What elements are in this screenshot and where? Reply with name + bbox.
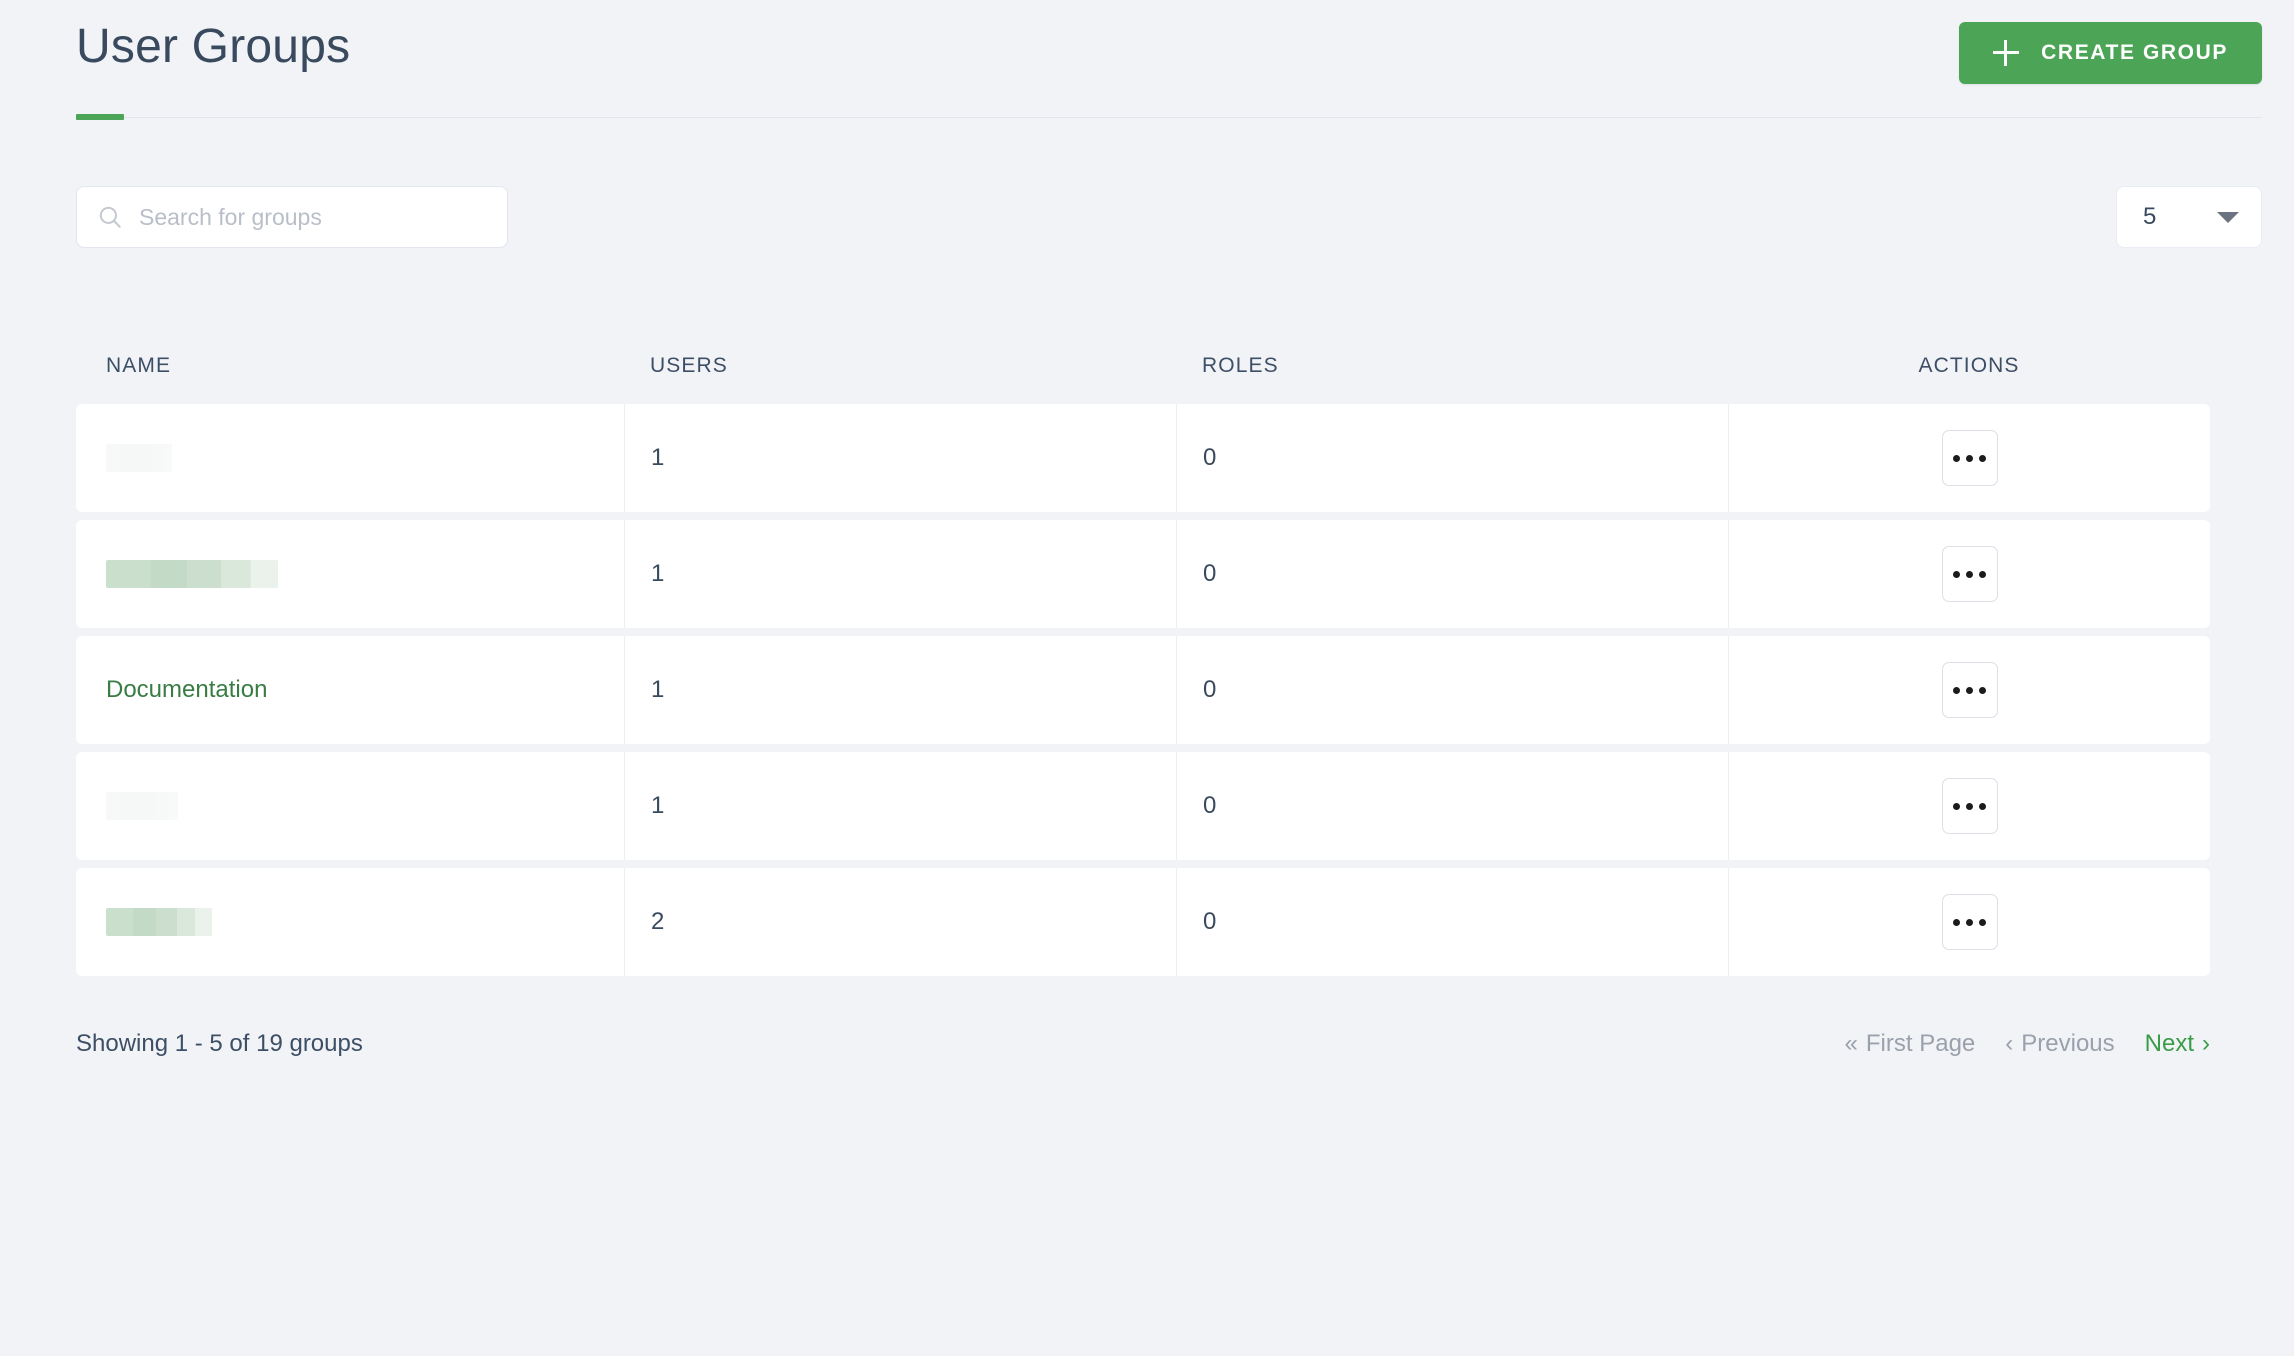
cell-group-name: Documentation (76, 636, 624, 744)
row-actions-button[interactable] (1941, 546, 1998, 602)
cell-group-name (76, 404, 624, 512)
redacted-group-name (106, 560, 278, 588)
plus-icon (1993, 40, 2020, 66)
chevron-right-icon: › (2202, 1030, 2210, 1057)
cell-roles-count: 0 (1176, 868, 1728, 976)
caret-down-icon (2217, 211, 2239, 223)
page-size-value: 5 (2143, 203, 2157, 230)
cell-actions (1728, 868, 2210, 976)
redacted-group-name (106, 908, 212, 936)
ellipsis-icon (1953, 686, 1960, 694)
toolbar: 5 (0, 124, 2294, 254)
groups-table: NAME USERS ROLES ACTIONS 1 0 1 0 Documentati… (76, 338, 2210, 984)
double-chevron-left-icon: « (1844, 1030, 1858, 1057)
table-row: 10 (76, 752, 2210, 860)
cell-roles-count: 0 (1176, 752, 1728, 860)
column-header-name: NAME (106, 354, 172, 377)
row-actions-button[interactable] (1941, 662, 1998, 718)
table-header-row: NAME USERS ROLES ACTIONS (76, 338, 2210, 394)
user-groups-page: User Groups CREATE GROUP 5 NAME USERS RO… (0, 0, 2294, 1356)
row-actions-button[interactable] (1941, 894, 1998, 950)
cell-actions (1728, 752, 2210, 860)
table-row: 10 (76, 404, 2210, 512)
chevron-left-icon: ‹ (2005, 1030, 2014, 1057)
group-name-link[interactable]: Documentation (106, 676, 267, 704)
cell-group-name (76, 752, 624, 860)
ellipsis-icon (1966, 918, 1973, 926)
ellipsis-icon (1953, 454, 1960, 462)
cell-users-count: 1 (624, 752, 1176, 860)
ellipsis-icon (1979, 918, 1986, 926)
first-page-button[interactable]: « First Page (1845, 1030, 1976, 1058)
previous-page-label: Previous (2021, 1030, 2115, 1057)
ellipsis-icon (1979, 570, 1986, 578)
showing-count-text: Showing 1 - 5 of 19 groups (76, 1030, 363, 1057)
first-page-label: First Page (1865, 1030, 1976, 1057)
cell-users-count: 2 (624, 868, 1176, 976)
ellipsis-icon (1979, 454, 1986, 462)
cell-users-count: 1 (624, 520, 1176, 628)
cell-roles-count: 0 (1176, 404, 1728, 512)
cell-actions (1728, 520, 2210, 628)
row-actions-button[interactable] (1941, 778, 1998, 834)
table-body: 1 0 1 0 Documentation 1 0 1 0 2 0 (76, 404, 2210, 976)
page-header: User Groups CREATE GROUP (0, 0, 2294, 124)
next-page-label: Next (2144, 1030, 2194, 1057)
ellipsis-icon (1953, 802, 1960, 810)
table-footer: Showing 1 - 5 of 19 groups « First Page … (76, 1022, 2210, 1066)
cell-roles-count: 0 (1176, 636, 1728, 744)
create-group-label: CREATE GROUP (2041, 41, 2228, 64)
table-row: 20 (76, 868, 2210, 976)
ellipsis-icon (1966, 570, 1973, 578)
table-row: 10 (76, 520, 2210, 628)
page-title: User Groups (76, 20, 351, 73)
column-header-actions: ACTIONS (1918, 354, 2020, 377)
ellipsis-icon (1953, 918, 1960, 926)
ellipsis-icon (1966, 454, 1973, 462)
redacted-group-name (106, 444, 172, 472)
previous-page-button[interactable]: ‹ Previous (2005, 1030, 2114, 1058)
cell-actions (1728, 404, 2210, 512)
row-actions-button[interactable] (1941, 430, 1998, 486)
page-size-select[interactable]: 5 (2116, 186, 2262, 248)
search-box[interactable] (76, 186, 508, 248)
cell-actions (1728, 636, 2210, 744)
ellipsis-icon (1953, 570, 1960, 578)
cell-users-count: 1 (624, 636, 1176, 744)
cell-users-count: 1 (624, 404, 1176, 512)
ellipsis-icon (1979, 802, 1986, 810)
table-row: Documentation 1 0 (76, 636, 2210, 744)
column-header-users: USERS (650, 354, 728, 377)
next-page-button[interactable]: Next › (2145, 1030, 2210, 1058)
search-icon (99, 206, 121, 228)
create-group-button[interactable]: CREATE GROUP (1959, 22, 2262, 84)
ellipsis-icon (1979, 686, 1986, 694)
pagination: « First Page ‹ Previous Next › (1845, 1030, 2210, 1058)
ellipsis-icon (1966, 686, 1973, 694)
header-divider (76, 117, 2262, 118)
search-input[interactable] (139, 203, 487, 231)
column-header-roles: ROLES (1202, 354, 1279, 377)
cell-roles-count: 0 (1176, 520, 1728, 628)
redacted-group-name (106, 792, 178, 820)
ellipsis-icon (1966, 802, 1973, 810)
cell-group-name (76, 520, 624, 628)
title-accent-bar (76, 114, 124, 120)
cell-group-name (76, 868, 624, 976)
